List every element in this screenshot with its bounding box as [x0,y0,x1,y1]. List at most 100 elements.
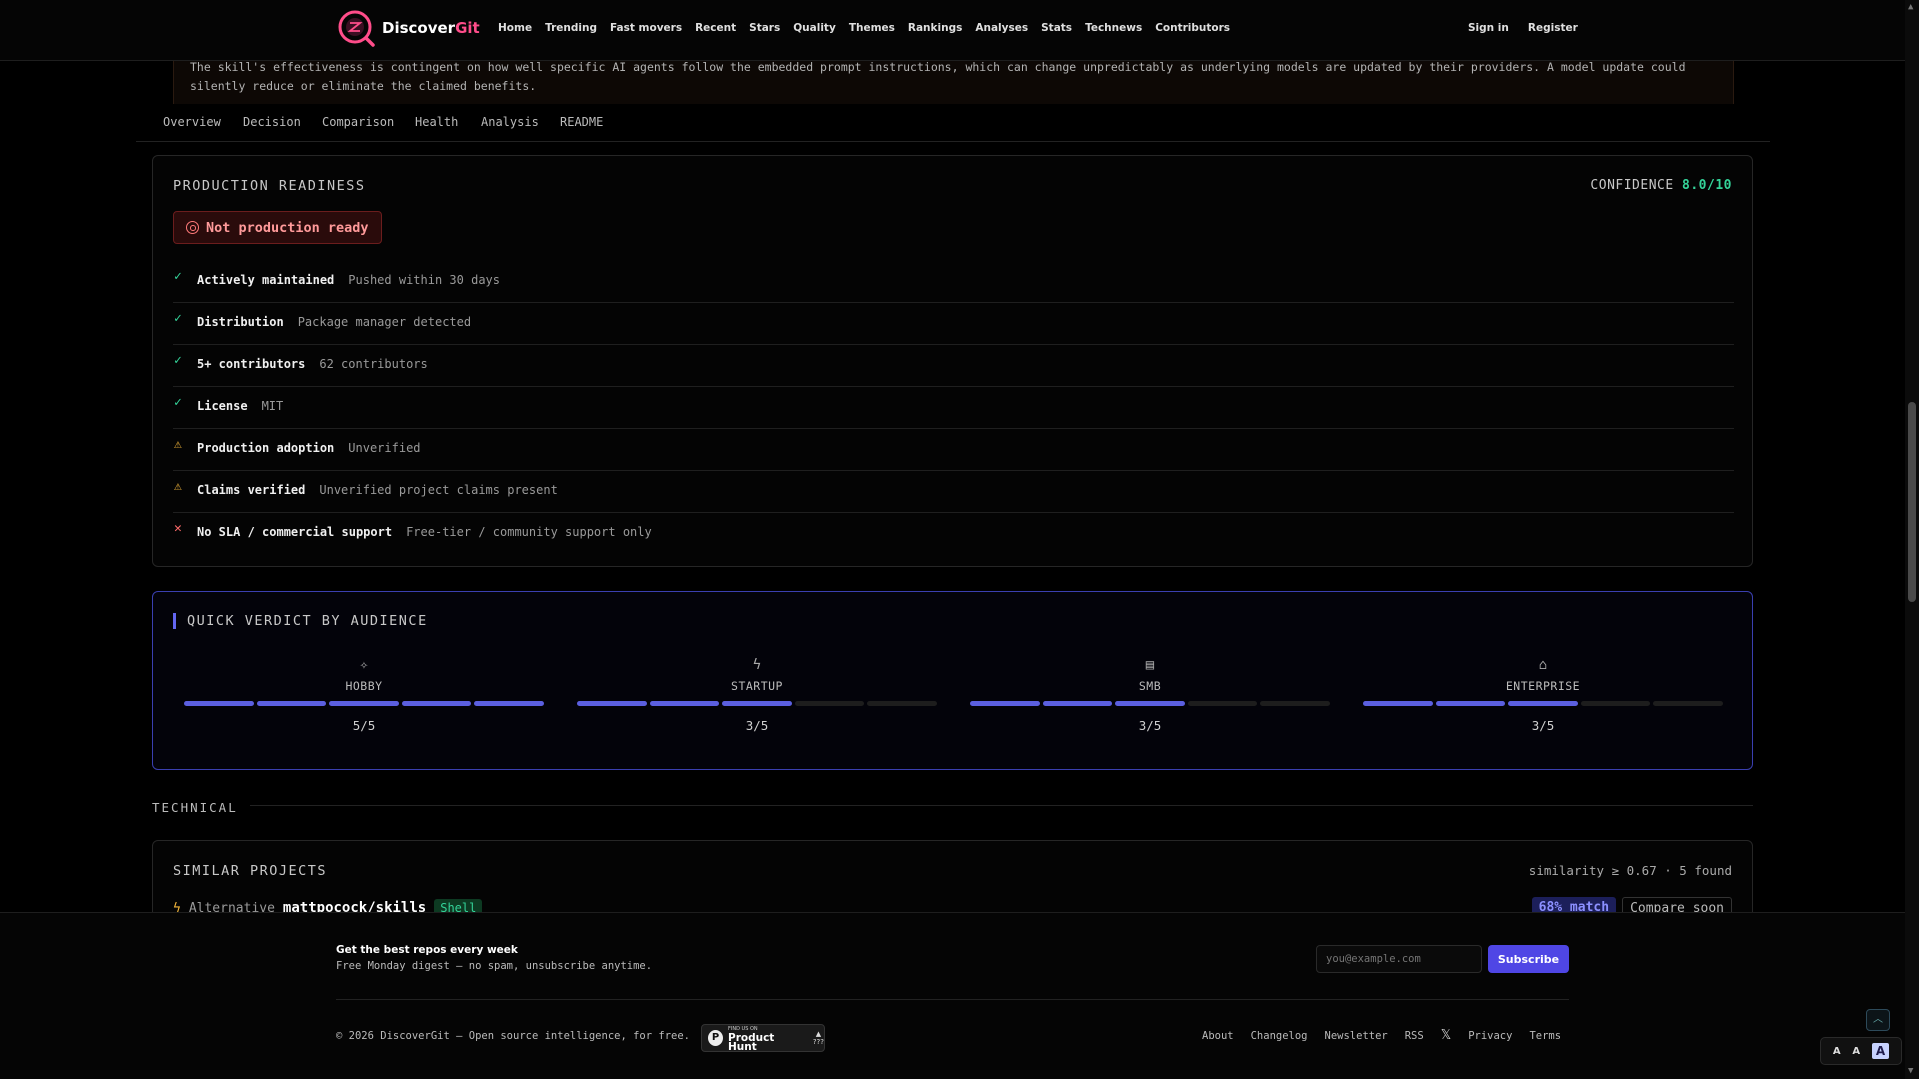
footer-changelog[interactable]: Changelog [1251,1030,1308,1043]
footer: Get the best repos every week Free Monda… [0,912,1905,1079]
technical-section-header: TECHNICAL [152,797,1753,815]
footer-divider [336,999,1569,1000]
footer-about[interactable]: About [1202,1030,1234,1043]
audience-name: ENTERPRISE [1505,679,1581,693]
nav-trending[interactable]: Trending [545,22,597,34]
scroll-up-icon[interactable]: ▲ [1908,2,1913,12]
scrollbar-thumb[interactable] [1908,402,1916,602]
nav-rankings[interactable]: Rankings [908,22,962,34]
audience-startup: ϟ STARTUP 3/5 [577,657,937,733]
email-input[interactable] [1316,945,1482,973]
tab-decision[interactable]: Decision [243,115,301,129]
nav-fast-movers[interactable]: Fast movers [610,22,682,34]
score-segment [474,701,544,706]
score-segment [1115,701,1185,706]
score-segment [1260,701,1330,706]
nav-stats[interactable]: Stats [1041,22,1072,34]
nav-home[interactable]: Home [498,22,532,34]
nav-quality[interactable]: Quality [793,22,836,34]
nav-contributors[interactable]: Contributors [1155,22,1230,34]
brand-name: DiscoverGit [382,19,480,37]
subscribe-button[interactable]: Subscribe [1488,945,1569,973]
score-segment [401,701,472,706]
confidence-value: 8.0/10 [1682,178,1732,193]
readiness-label-text: Actively maintained [197,273,335,287]
font-size-medium[interactable]: A [1852,1046,1860,1057]
bank-icon: ⌂ [1538,657,1548,673]
readiness-label: License MIT [197,399,283,413]
vertical-scrollbar[interactable]: ▲ ▼ [1905,0,1919,1079]
warning-text: The skill's effectiveness is contingent … [190,60,1686,93]
readiness-label-text: Claims verified [197,483,306,497]
score-segment [794,701,865,706]
x-icon[interactable]: 𝕏 [1441,1028,1451,1043]
confidence-label: CONFIDENCE [1590,178,1674,193]
readiness-detail: Unverified [348,441,421,455]
tab-overview[interactable]: Overview [163,115,221,129]
confidence: CONFIDENCE 8.0/10 [1590,178,1732,193]
footer-privacy[interactable]: Privacy [1468,1030,1512,1043]
scroll-down-icon[interactable]: ▼ [1908,1066,1913,1076]
score-segment [722,701,792,706]
score-segment [1187,701,1258,706]
scroll-to-top-button[interactable]: ︿ [1866,1009,1890,1031]
score-bars [184,701,544,706]
audience-score: 5/5 [352,718,376,733]
tab-comparison[interactable]: Comparison [322,115,394,129]
nav-stars[interactable]: Stars [749,22,780,34]
score-segment [1435,701,1506,706]
tab-readme[interactable]: README [560,115,603,129]
tab-analysis[interactable]: Analysis [481,115,539,129]
lightning-icon: ϟ [752,657,762,673]
sign-in-link[interactable]: Sign in [1468,22,1509,34]
building-icon: ▤ [1145,657,1155,673]
top-navbar: DiscoverGit Home Trending Fast movers Re… [0,0,1905,61]
brand-prefix: Discover [382,19,456,37]
product-hunt-text: FIND US ON Product Hunt [728,1025,802,1052]
audience-hobby: ✧ HOBBY 5/5 [184,657,544,733]
readiness-detail: Package manager detected [297,315,472,329]
tab-health[interactable]: Health [415,115,458,129]
score-bars [577,701,937,706]
readiness-row: ✓ 5+ contributors 62 contributors [173,345,1734,387]
check-icon: ✓ [174,353,182,368]
chevron-up-icon: ︿ [1873,1014,1883,1025]
audience-name: SMB [1138,679,1162,693]
warning-icon: ⚠ [174,479,182,494]
similarity-meta: similarity ≥ 0.67 · 5 found [1528,863,1732,878]
register-link[interactable]: Register [1528,22,1578,34]
score-segment [184,701,254,706]
newsletter-subtitle: Free Monday digest — no spam, unsubscrib… [336,960,653,972]
brand[interactable]: DiscoverGit [336,8,480,48]
footer-newsletter[interactable]: Newsletter [1325,1030,1388,1043]
score-segment [577,701,647,706]
score-segment [1580,701,1651,706]
nav-technews[interactable]: Technews [1085,22,1142,34]
product-hunt-badge[interactable]: P FIND US ON Product Hunt ▲??? [701,1024,825,1052]
score-segment [970,701,1040,706]
readiness-label: Production adoption Unverified [197,441,421,455]
readiness-row: ⚠ Claims verified Unverified project clai… [173,471,1734,513]
readiness-label: Claims verified Unverified project claims… [197,483,558,497]
target-icon [186,221,199,234]
copyright: © 2026 DiscoverGit — Open source intelli… [336,1030,691,1042]
audience-name: STARTUP [731,679,783,693]
nav-links: Home Trending Fast movers Recent Stars Q… [498,22,1243,34]
nav-themes[interactable]: Themes [849,22,895,34]
quick-verdict-card: QUICK VERDICT BY AUDIENCE ✧ HOBBY 5/5 ϟ … [152,591,1753,770]
footer-terms[interactable]: Terms [1529,1030,1561,1043]
readiness-detail: Pushed within 30 days [348,273,500,287]
score-segment [1653,701,1723,706]
font-size-large[interactable]: A [1871,1043,1890,1059]
nav-recent[interactable]: Recent [695,22,736,34]
upvote-count: ??? [812,1038,824,1046]
x-mark-icon: ✕ [174,521,182,536]
check-icon: ✓ [174,311,182,326]
auth-links: Sign in Register [1468,22,1578,34]
footer-rss[interactable]: RSS [1405,1030,1424,1043]
nav-analyses[interactable]: Analyses [975,22,1028,34]
score-segment [329,701,399,706]
readiness-list: ✓ Actively maintained Pushed within 30 da… [173,261,1734,555]
font-size-small[interactable]: A [1833,1046,1841,1057]
readiness-label: Distribution Package manager detected [197,315,471,329]
